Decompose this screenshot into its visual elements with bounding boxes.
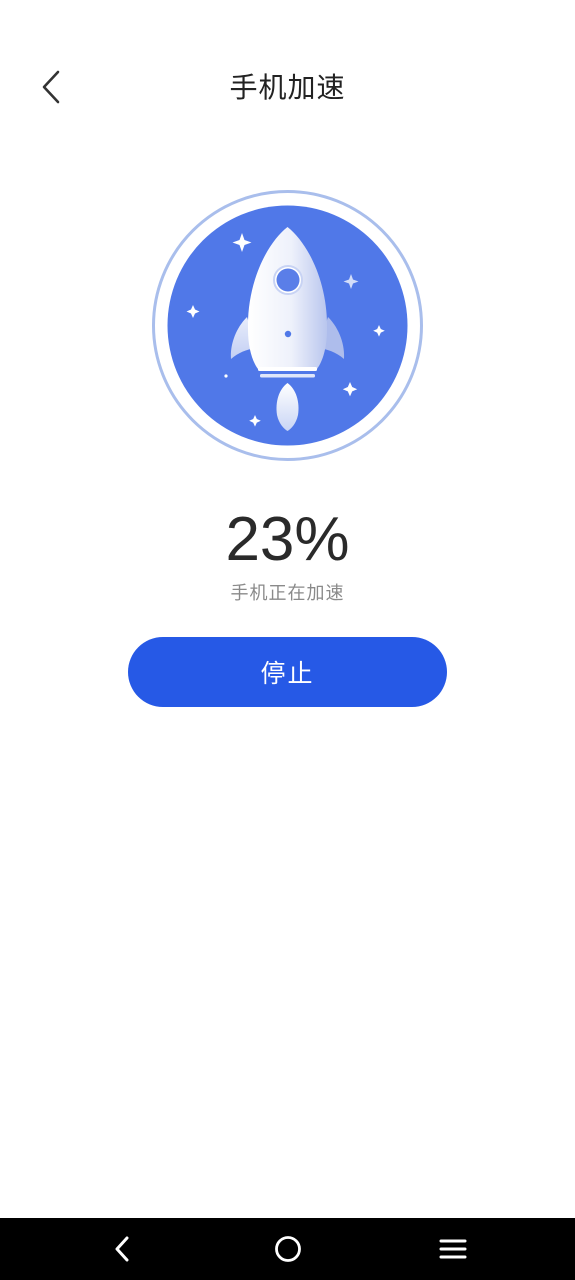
stop-button[interactable]: 停止	[128, 637, 447, 707]
system-nav-bar	[0, 1218, 575, 1280]
boost-illustration	[151, 189, 424, 462]
page-title: 手机加速	[229, 71, 346, 104]
boost-status-text: 手机正在加速	[230, 583, 345, 604]
rocket-icon	[152, 190, 423, 461]
phone-boost-screen: 手机加速 23% 手机正在加速 停止	[0, 0, 575, 1280]
menu-icon	[439, 1239, 467, 1259]
nav-home-button[interactable]	[266, 1228, 310, 1270]
back-icon	[115, 1236, 129, 1262]
nav-back-button[interactable]	[100, 1228, 144, 1270]
boost-percent: 23%	[225, 505, 350, 574]
home-icon	[275, 1236, 301, 1262]
nav-menu-button[interactable]	[431, 1228, 475, 1270]
header: 手机加速	[0, 0, 575, 175]
